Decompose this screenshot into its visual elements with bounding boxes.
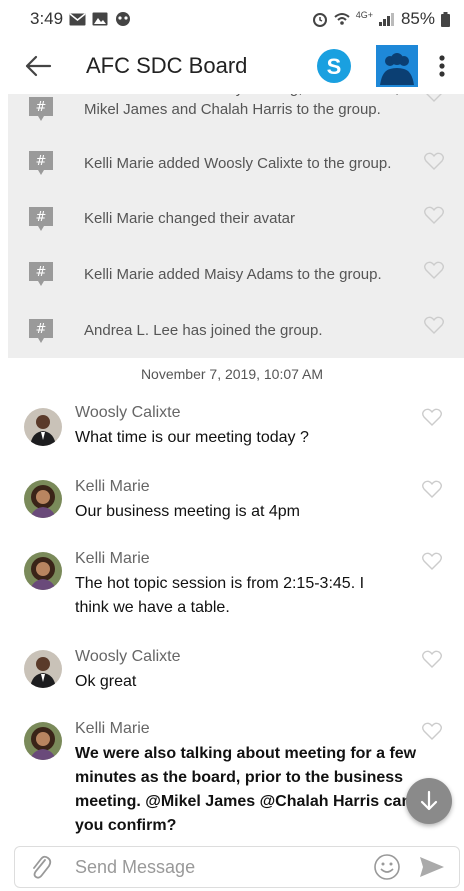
user-avatar-woman	[24, 480, 62, 518]
send-button[interactable]	[415, 850, 449, 884]
network-type: 4G+	[355, 10, 373, 20]
emoji-button[interactable]	[371, 851, 403, 883]
group-event-icon: #	[29, 262, 53, 286]
arrow-left-icon	[25, 55, 52, 77]
chat-message[interactable]: Kelli Marie The hot topic session is fro…	[0, 548, 464, 622]
chat-message[interactable]: Kelli Marie Our business meeting is at 4…	[0, 476, 464, 526]
battery-percent: 85%	[400, 9, 435, 28]
group-members-button[interactable]	[376, 45, 418, 87]
svg-text:#: #	[36, 154, 47, 169]
system-message-text: Kelli Marie changed their avatar	[84, 210, 295, 227]
wifi-icon	[334, 11, 350, 27]
paperclip-icon	[33, 855, 52, 879]
user-avatar-man	[24, 650, 62, 688]
svg-text:S: S	[327, 54, 342, 79]
message-composer	[14, 846, 460, 888]
app-bar: AFC SDC Board S	[0, 38, 464, 94]
signal-icon	[378, 12, 395, 26]
mail-icon	[69, 12, 86, 26]
svg-text:#: #	[36, 100, 47, 115]
message-text: Ok great	[75, 673, 137, 690]
system-message-text: Kelli Marie added Maisy Adams to the gro…	[84, 266, 382, 283]
heart-icon[interactable]	[424, 206, 444, 224]
alarm-icon	[312, 11, 328, 27]
group-event-icon: #	[29, 151, 53, 175]
message-text: We were also talking about meeting for a…	[75, 745, 417, 834]
system-message-text: Kelli Marie added Woosly Calixte to the …	[84, 155, 392, 172]
message-author: Woosly Calixte	[75, 404, 181, 421]
message-text: What time is our meeting today ?	[75, 429, 309, 446]
message-input[interactable]	[61, 847, 371, 887]
date-separator: November 7, 2019, 10:07 AM	[140, 366, 324, 382]
heart-icon[interactable]	[424, 316, 444, 334]
status-left: 3:49	[30, 9, 132, 29]
message-author: Woosly Calixte	[75, 648, 181, 665]
system-message: # Kelli Marie added Maisy Adams to the g…	[8, 249, 464, 299]
scroll-to-bottom-button[interactable]	[406, 778, 452, 824]
system-message-text: Kelli Marie added Cathy Bartling, Sonia …	[84, 94, 399, 118]
message-text: Our business meeting is at 4pm	[75, 503, 300, 520]
system-message: # Andrea L. Lee has joined the group.	[8, 304, 464, 354]
send-icon	[420, 857, 444, 877]
avatar[interactable]	[24, 408, 62, 446]
system-messages-panel: # Kelli Marie added Cathy Bartling, Soni…	[8, 94, 464, 358]
message-author: Kelli Marie	[75, 720, 150, 737]
group-avatar-icon	[376, 45, 418, 87]
system-message-text: Andrea L. Lee has joined the group.	[84, 322, 323, 339]
status-bar: 3:49 4G+ 85%	[0, 0, 464, 38]
heart-icon[interactable]	[422, 722, 442, 740]
status-time: 3:49	[30, 9, 64, 28]
svg-text:#: #	[36, 210, 47, 225]
skype-icon: S	[317, 49, 351, 83]
image-icon	[92, 12, 108, 26]
more-vertical-icon	[439, 55, 445, 77]
heart-icon[interactable]	[422, 552, 442, 570]
more-options-button[interactable]	[432, 46, 452, 86]
system-message: # Kelli Marie added Cathy Bartling, Soni…	[8, 94, 464, 142]
svg-text:#: #	[36, 322, 47, 337]
avatar[interactable]	[24, 552, 62, 590]
app-notification-icon	[114, 11, 132, 27]
group-title: AFC SDC Board	[86, 53, 248, 78]
message-text: The hot topic session is from 2:15-3:45.…	[75, 575, 365, 616]
skype-call-button[interactable]: S	[316, 48, 352, 84]
svg-text:#: #	[36, 265, 47, 280]
group-event-icon: #	[29, 319, 53, 343]
user-avatar-woman	[24, 552, 62, 590]
heart-icon[interactable]	[422, 408, 442, 426]
user-avatar-man	[24, 408, 62, 446]
user-avatar-woman	[24, 722, 62, 760]
avatar[interactable]	[24, 722, 62, 760]
avatar[interactable]	[24, 480, 62, 518]
smiley-icon	[374, 854, 400, 880]
message-author: Kelli Marie	[75, 550, 150, 567]
attach-button[interactable]	[21, 847, 61, 887]
chat-message[interactable]: Woosly Calixte Ok great	[0, 646, 464, 696]
system-message: # Kelli Marie changed their avatar	[8, 194, 464, 244]
message-author: Kelli Marie	[75, 478, 150, 495]
group-event-icon: #	[29, 97, 53, 121]
heart-icon[interactable]	[424, 94, 444, 102]
back-button[interactable]	[8, 38, 68, 94]
heart-icon[interactable]	[422, 650, 442, 668]
system-message: # Kelli Marie added Woosly Calixte to th…	[8, 138, 464, 188]
status-right: 4G+ 85%	[312, 9, 450, 29]
arrow-down-icon	[420, 790, 438, 811]
avatar[interactable]	[24, 650, 62, 688]
heart-icon[interactable]	[424, 152, 444, 170]
chat-message[interactable]: Woosly Calixte What time is our meeting …	[0, 404, 464, 454]
battery-icon	[441, 11, 450, 27]
group-event-icon: #	[29, 207, 53, 231]
chat-message[interactable]: Kelli Marie We were also talking about m…	[0, 718, 464, 842]
heart-icon[interactable]	[422, 480, 442, 498]
heart-icon[interactable]	[424, 261, 444, 279]
